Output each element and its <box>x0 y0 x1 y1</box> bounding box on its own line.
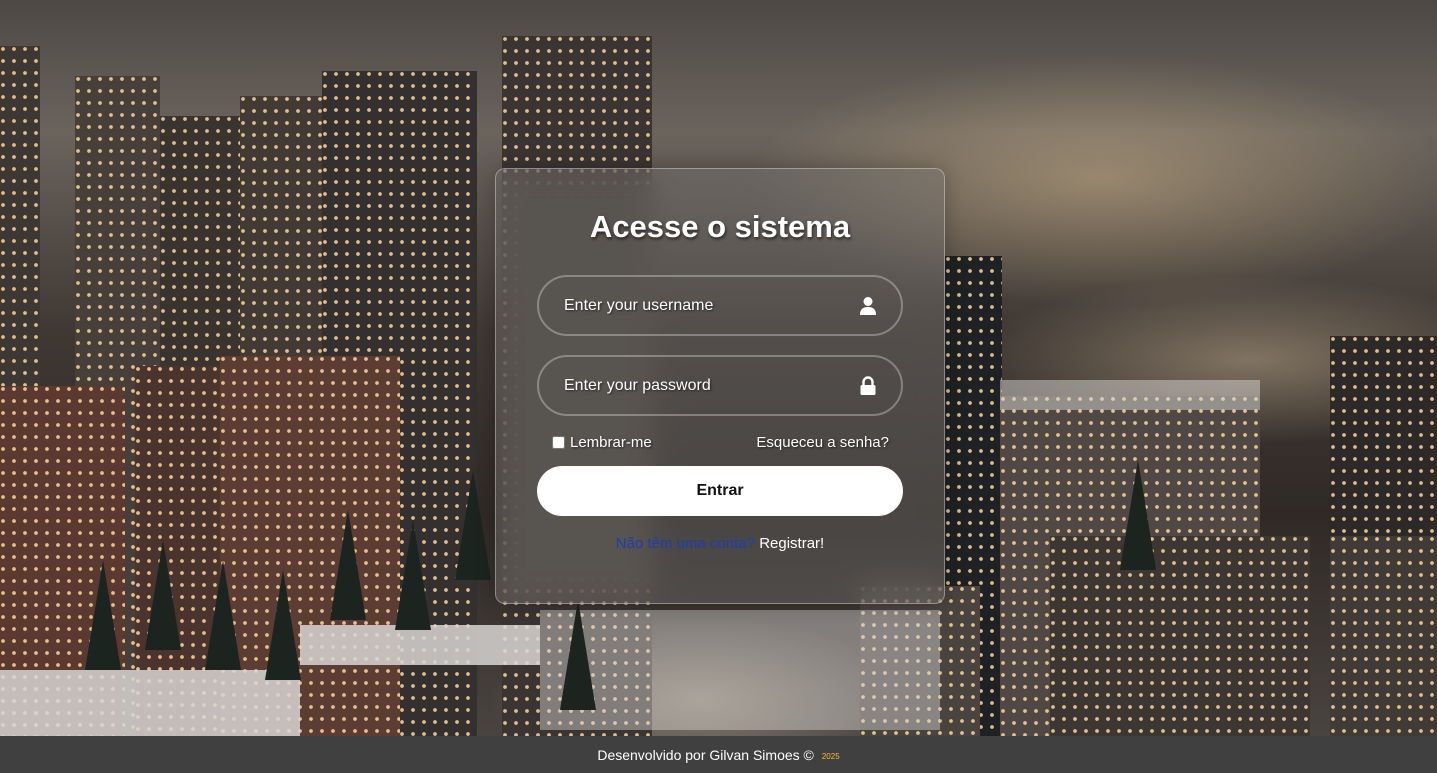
register-link[interactable]: Registrar! <box>759 535 824 552</box>
remember-me-text: Lembrar-me <box>570 433 652 451</box>
remember-me-label[interactable]: Lembrar-me <box>552 434 652 451</box>
remember-forgot-row: Lembrar-me Esqueceu a senha? <box>552 432 889 452</box>
forgot-password-link[interactable]: Esqueceu a senha? <box>756 434 889 451</box>
register-question: Não têm uma conta? <box>615 535 756 552</box>
login-title: Acesse o sistema <box>589 209 851 244</box>
remember-me-checkbox[interactable] <box>552 435 565 449</box>
login-card: Acesse o sistema Lembrar-me Esqueceu a s… <box>495 168 945 604</box>
footer-credit-text: Desenvolvido por Gilvan Simoes © <box>597 746 814 763</box>
password-input[interactable] <box>539 357 901 414</box>
username-field <box>537 275 903 336</box>
username-input[interactable] <box>539 277 901 334</box>
password-field <box>537 355 903 416</box>
login-submit-button[interactable]: Entrar <box>537 466 903 516</box>
user-icon <box>859 296 877 316</box>
footer-year: 2025 <box>821 752 840 761</box>
footer: Desenvolvido por Gilvan Simoes © 2025 <box>0 736 1437 773</box>
lock-icon <box>859 375 877 396</box>
register-prompt: Não têm uma conta? Registrar! <box>496 535 944 552</box>
